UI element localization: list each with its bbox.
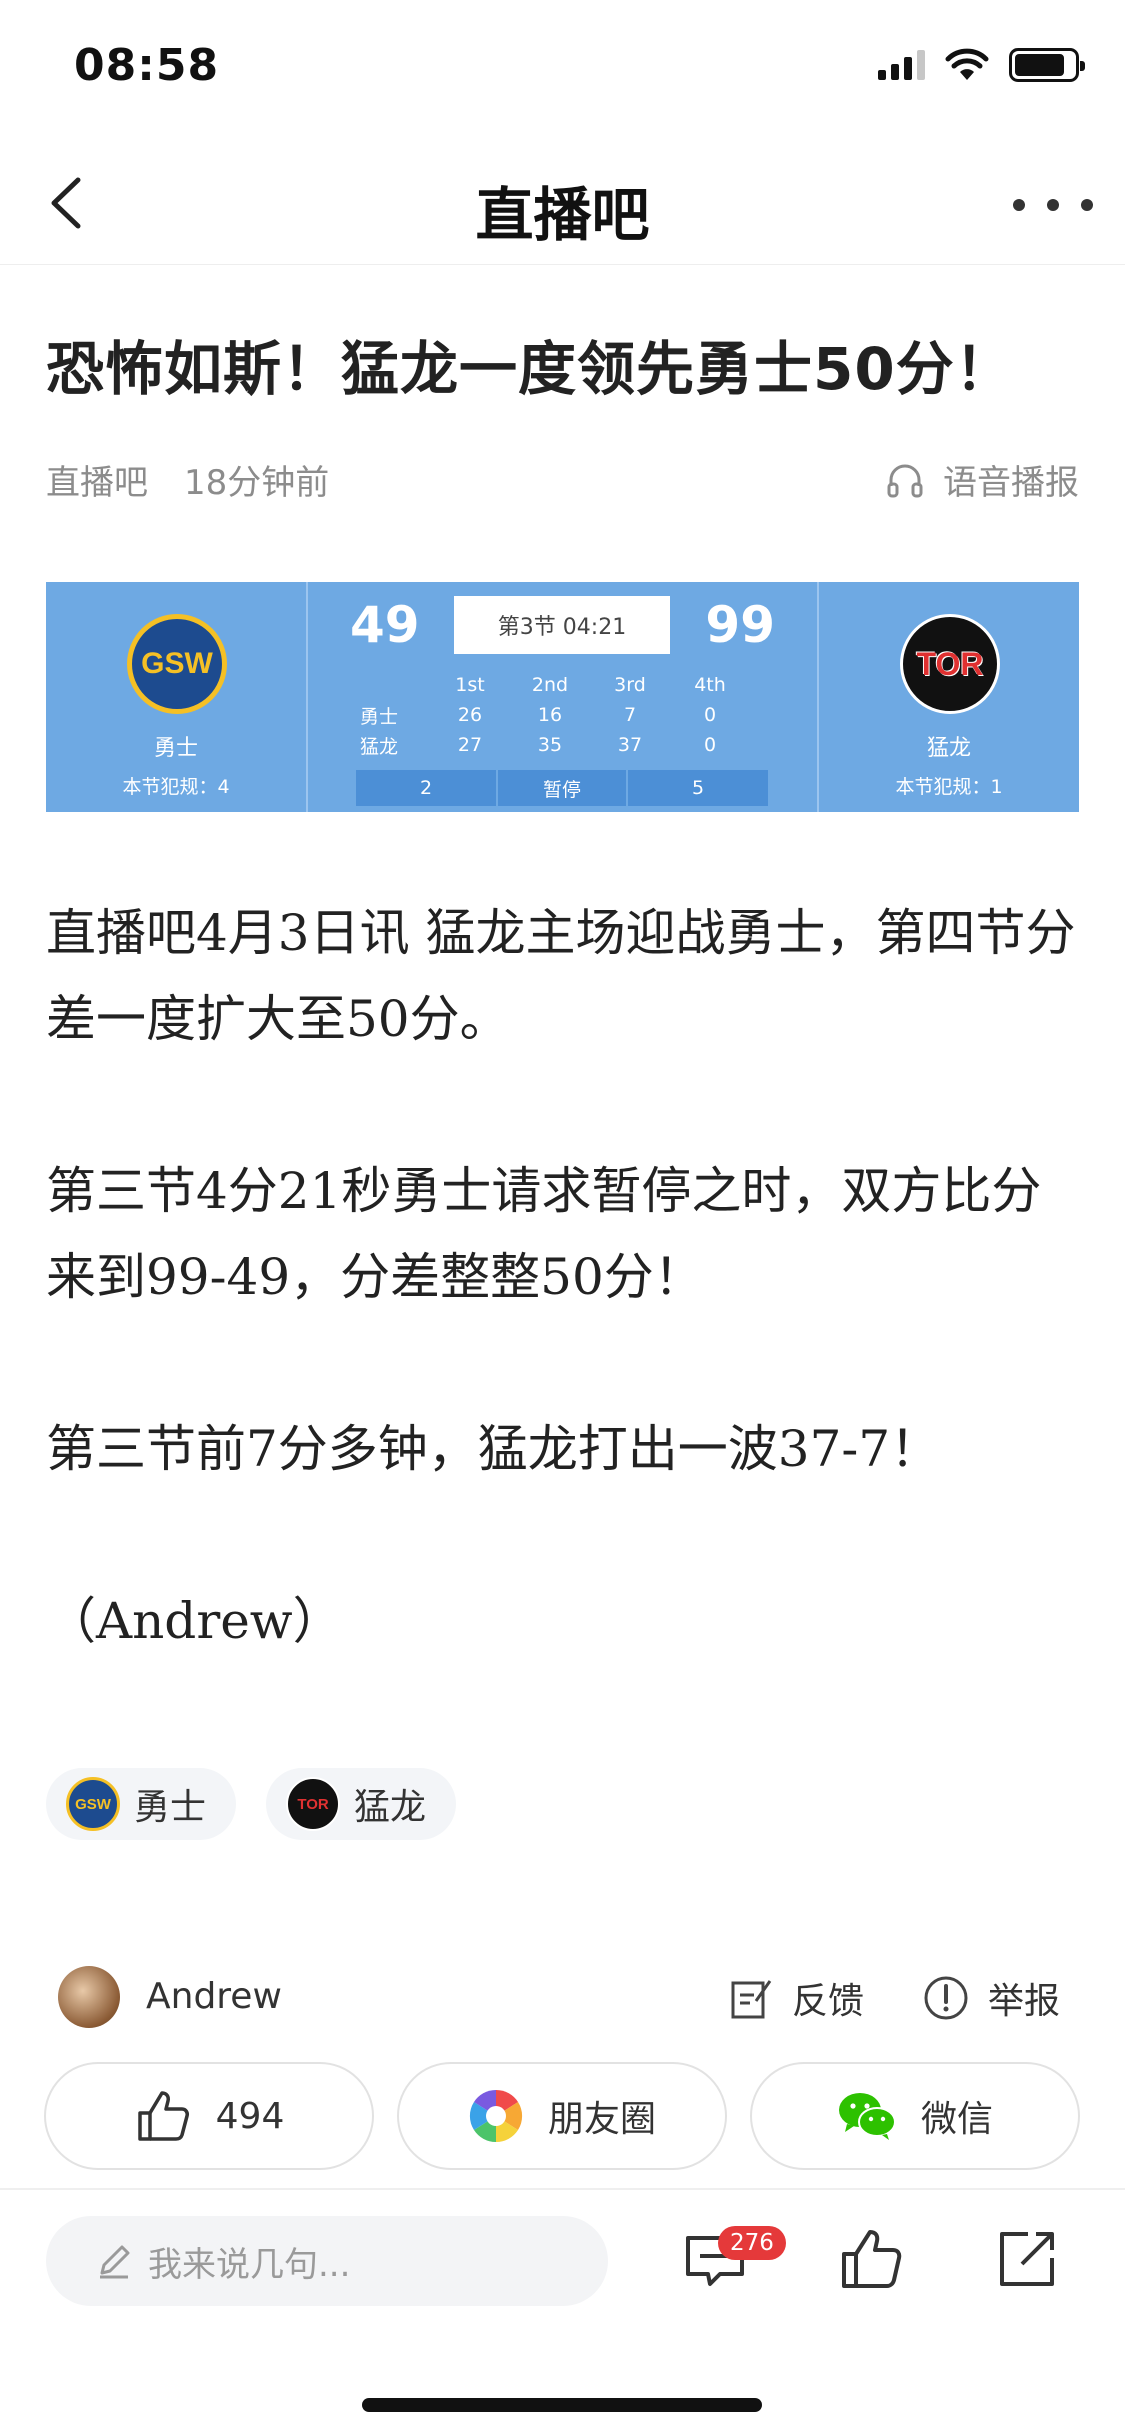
- tor-logo: TOR: [900, 614, 1000, 714]
- article-paragraph: 直播吧4月3日讯 猛龙主场迎战勇士，第四节分差一度扩大至50分。: [46, 904, 1076, 1048]
- alert-circle-icon: [924, 1976, 968, 2020]
- article-body: 直播吧4月3日讯 猛龙主场迎战勇士，第四节分差一度扩大至50分。 第三节4分21…: [46, 890, 1086, 1750]
- quarter-score: 0: [703, 704, 717, 726]
- quarter-score: 7: [623, 704, 637, 726]
- quarter-score: 37: [617, 734, 643, 756]
- quarter-row-away: 猛龙 27 35 37 0: [350, 730, 790, 760]
- quarter-header: 3rd: [614, 674, 646, 696]
- quarter-header: 2nd: [531, 674, 569, 696]
- article-meta: 直播吧 18分钟前 语音播报: [46, 455, 1079, 505]
- quarter-score: 27: [457, 734, 483, 756]
- status-icons: [878, 48, 1085, 82]
- avatar[interactable]: [58, 1966, 120, 2028]
- nav-bar: 直播吧: [0, 140, 1125, 265]
- audio-broadcast-label: 语音播报: [943, 463, 1079, 503]
- article-time: 18分钟前: [184, 463, 330, 503]
- home-indicator: [362, 2398, 762, 2412]
- quarter-table: 1st 2nd 3rd 4th 勇士 26 16 7 0 猛龙 27 35 37…: [350, 670, 790, 760]
- team-tags: GSW 勇士 TOR 猛龙: [46, 1768, 457, 1840]
- like-button[interactable]: 494: [44, 2062, 374, 2170]
- article-title: 恐怖如斯！猛龙一度领先勇士50分！: [46, 335, 1014, 403]
- away-score: 99: [705, 596, 775, 654]
- article-paragraph: 第三节4分21秒勇士请求暂停之时，双方比分来到99-49，分差整整50分！: [46, 1162, 1042, 1306]
- pencil-icon: [100, 2245, 130, 2279]
- gsw-logo: GSW: [66, 1777, 120, 1831]
- headphones-icon: [887, 464, 923, 497]
- quarter-row-team: 猛龙: [360, 735, 399, 758]
- tag-label: 勇士: [134, 1787, 207, 1828]
- report-label: 举报: [988, 1981, 1061, 2022]
- home-team-name: 勇士: [153, 736, 198, 761]
- wechat-icon: [838, 2093, 896, 2140]
- home-timeouts: 2: [419, 777, 433, 799]
- quarter-score: 26: [457, 704, 483, 726]
- tag-label: 猛龙: [354, 1787, 427, 1828]
- quarter-row-team: 勇士: [360, 705, 399, 728]
- report-button[interactable]: 举报: [922, 1972, 1060, 2024]
- timeout-label: 暂停: [496, 770, 628, 806]
- share-wechat-button[interactable]: 微信: [750, 2062, 1080, 2170]
- wifi-icon: [945, 48, 989, 80]
- status-bar: 08:58: [0, 0, 1125, 140]
- article-paragraph: 第三节前7分多钟，猛龙打出一波37-7！: [46, 1420, 941, 1478]
- author-name[interactable]: Andrew: [146, 1976, 282, 2017]
- period-clock: 第3节 04:21: [454, 596, 670, 654]
- away-team-fouls: 本节犯规：1: [895, 776, 1003, 798]
- article-paragraph: （Andrew）: [46, 1592, 343, 1650]
- feedback-label: 反馈: [792, 1981, 865, 2022]
- author-row: Andrew 反馈 举报: [58, 1966, 1068, 2036]
- tor-logo: TOR: [286, 1777, 341, 1831]
- audio-broadcast-button[interactable]: 语音播报: [885, 455, 1079, 504]
- gsw-logo: GSW: [127, 614, 227, 714]
- score-center: 49 第3节 04:21 99 1st 2nd 3rd 4th 勇士 26 16…: [310, 582, 815, 812]
- quarter-header-row: 1st 2nd 3rd 4th: [350, 670, 790, 700]
- moments-icon: [469, 2089, 523, 2143]
- quarter-score: 35: [537, 734, 563, 756]
- like-count: 494: [215, 2095, 285, 2137]
- away-team-name: 猛龙: [926, 736, 971, 761]
- timeout-bar: 2 暂停 5: [356, 770, 768, 806]
- quarter-score: 16: [537, 704, 563, 726]
- share-moments-button[interactable]: 朋友圈: [397, 2062, 727, 2170]
- quarter-header: 4th: [694, 674, 726, 696]
- tag-warriors[interactable]: GSW 勇士: [46, 1768, 237, 1840]
- feedback-button[interactable]: 反馈: [728, 1972, 864, 2024]
- wechat-label: 微信: [920, 2099, 993, 2140]
- thumbs-up-icon[interactable]: [836, 2224, 906, 2294]
- edit-note-icon: [731, 1980, 772, 2019]
- battery-icon: [1009, 48, 1085, 82]
- home-score: 49: [350, 596, 420, 654]
- page-title: 直播吧: [475, 181, 650, 249]
- quarter-header: 1st: [455, 674, 485, 696]
- comment-input[interactable]: 我来说几句...: [46, 2216, 608, 2306]
- share-icon[interactable]: [992, 2224, 1062, 2294]
- thumbs-up-icon: [137, 2091, 189, 2141]
- article-source[interactable]: 直播吧: [46, 455, 148, 504]
- scoreboard[interactable]: GSW 勇士 本节犯规：4 49 第3节 04:21 99 1st 2nd 3r…: [46, 582, 1079, 812]
- comment-count-badge: 276: [718, 2226, 786, 2260]
- signal-icon: [878, 50, 925, 80]
- status-time: 08:58: [74, 40, 220, 91]
- home-team: GSW 勇士 本节犯规：4: [46, 582, 308, 812]
- moments-label: 朋友圈: [547, 2099, 656, 2140]
- tag-raptors[interactable]: TOR 猛龙: [266, 1768, 457, 1840]
- action-buttons: 494 朋友圈 微信: [44, 2062, 1080, 2172]
- more-horizontal-icon[interactable]: [1013, 180, 1093, 230]
- quarter-row-home: 勇士 26 16 7 0: [350, 700, 790, 730]
- quarter-score: 0: [703, 734, 717, 756]
- away-team: TOR 猛龙 本节犯规：1: [817, 582, 1079, 812]
- comment-placeholder: 我来说几句...: [148, 2244, 351, 2285]
- away-timeouts: 5: [691, 777, 705, 799]
- home-team-fouls: 本节犯规：4: [122, 776, 230, 798]
